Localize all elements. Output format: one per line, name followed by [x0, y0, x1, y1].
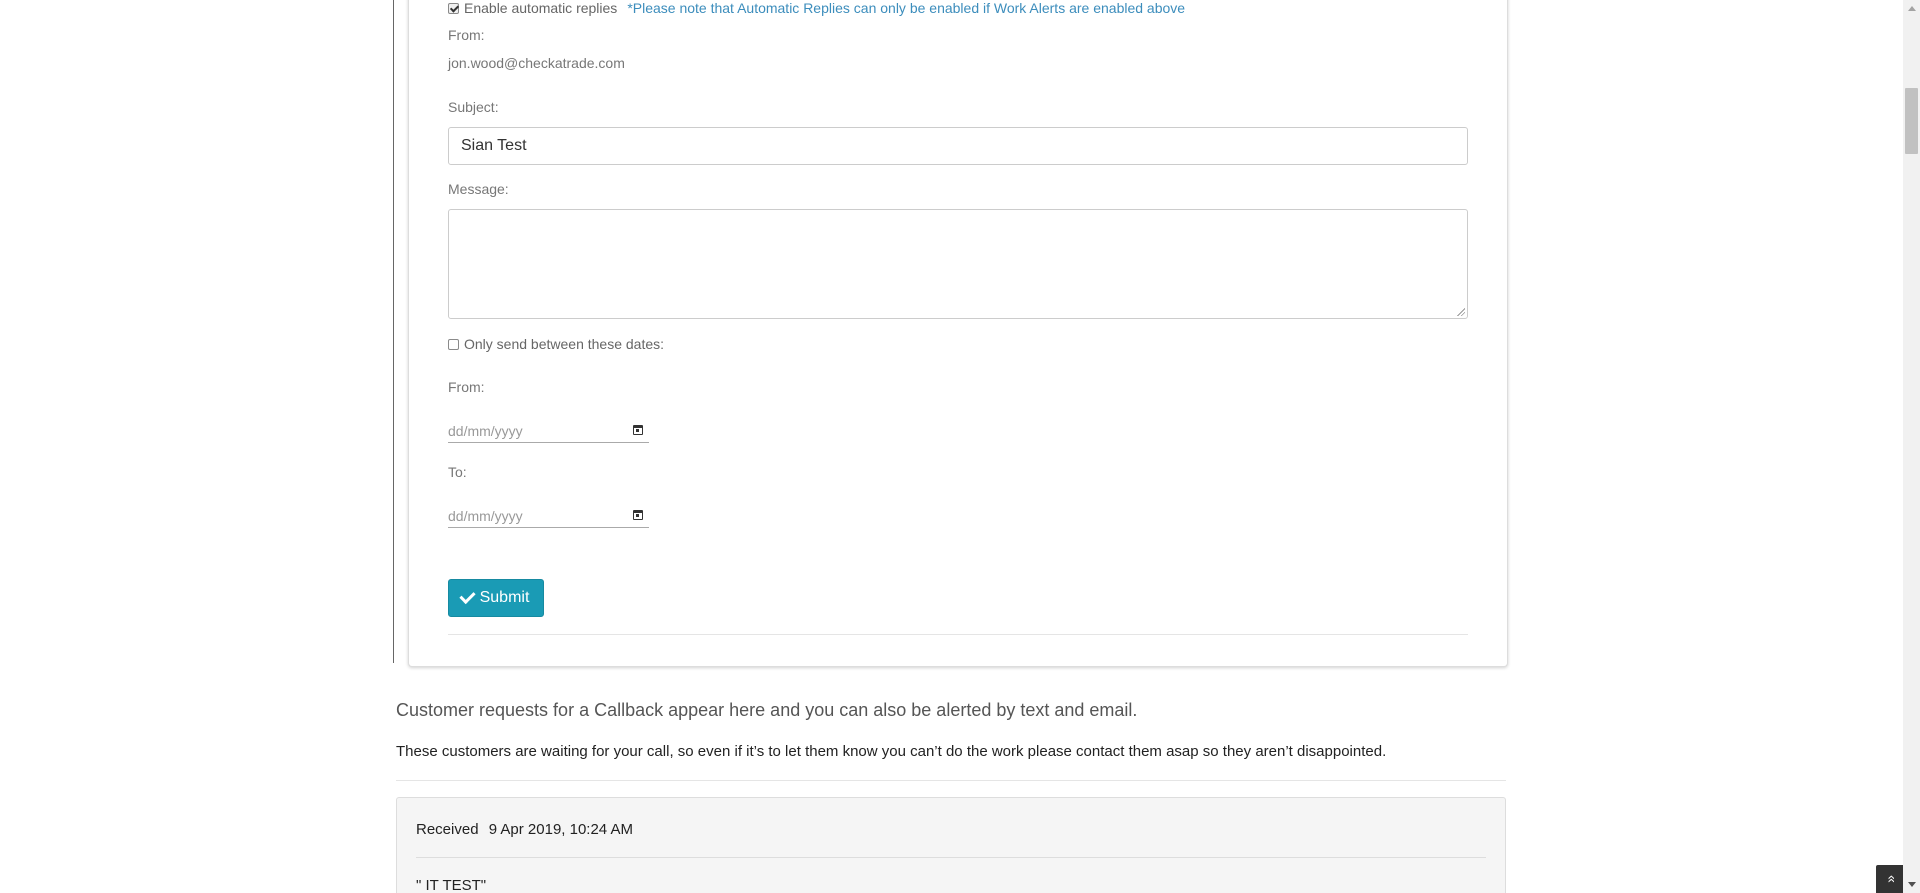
calendar-icon[interactable]: [633, 510, 643, 520]
enable-auto-replies-checkbox[interactable]: [448, 2, 459, 14]
from-email-value: jon.wood@checkatrade.com: [448, 55, 625, 71]
panel-border-line: [393, 0, 394, 663]
panel-divider: [448, 634, 1468, 635]
message-label: Message:: [448, 181, 509, 197]
date-from-label: From:: [448, 379, 485, 395]
enable-auto-replies-label: Enable automatic replies: [464, 0, 618, 16]
callback-request-card: [396, 797, 1506, 893]
message-textarea[interactable]: [448, 209, 1468, 319]
date-range-checkbox[interactable]: [448, 338, 459, 350]
page: Enable automatic replies *Please note th…: [0, 0, 1920, 893]
calendar-icon[interactable]: [633, 425, 643, 435]
date-from-input[interactable]: dd/mm/yyyy: [448, 421, 649, 443]
scroll-up-arrow-icon[interactable]: [1903, 0, 1920, 17]
date-range-label: Only send between these dates:: [464, 336, 665, 352]
received-line: Received 9 Apr 2019, 10:24 AM: [416, 821, 633, 838]
double-chevron-up-icon: »: [1881, 875, 1898, 883]
back-to-top-button[interactable]: »: [1876, 865, 1903, 893]
received-label: Received: [416, 821, 479, 838]
card-divider: [416, 857, 1486, 858]
submit-button[interactable]: Submit: [448, 579, 544, 617]
submit-label: Submit: [479, 589, 530, 606]
callbacks-body-text: These customers are waiting for your cal…: [396, 743, 1387, 760]
enable-auto-replies-row: Enable automatic replies *Please note th…: [448, 0, 1185, 16]
request-message: " IT TEST": [416, 877, 487, 893]
received-date: 9 Apr 2019, 10:24 AM: [488, 821, 633, 838]
scrollbar-thumb[interactable]: [1905, 88, 1918, 154]
from-label: From:: [448, 27, 485, 43]
resize-grip-icon[interactable]: [1457, 308, 1465, 316]
date-from-placeholder: dd/mm/yyyy: [448, 423, 523, 439]
scroll-down-arrow-icon[interactable]: [1903, 876, 1920, 893]
date-to-placeholder: dd/mm/yyyy: [448, 508, 523, 524]
work-alerts-note: *Please note that Automatic Replies can …: [627, 0, 1186, 16]
date-range-row: Only send between these dates:: [448, 336, 664, 352]
section-divider: [396, 780, 1506, 781]
auto-reply-panel: [408, 0, 1508, 667]
subject-label: Subject:: [448, 99, 499, 115]
subject-input[interactable]: Sian Test: [448, 127, 1468, 165]
date-to-input[interactable]: dd/mm/yyyy: [448, 506, 649, 528]
date-to-label: To:: [448, 464, 467, 480]
callbacks-lead-text: Customer requests for a Callback appear …: [396, 700, 1138, 720]
check-icon: [458, 587, 476, 605]
